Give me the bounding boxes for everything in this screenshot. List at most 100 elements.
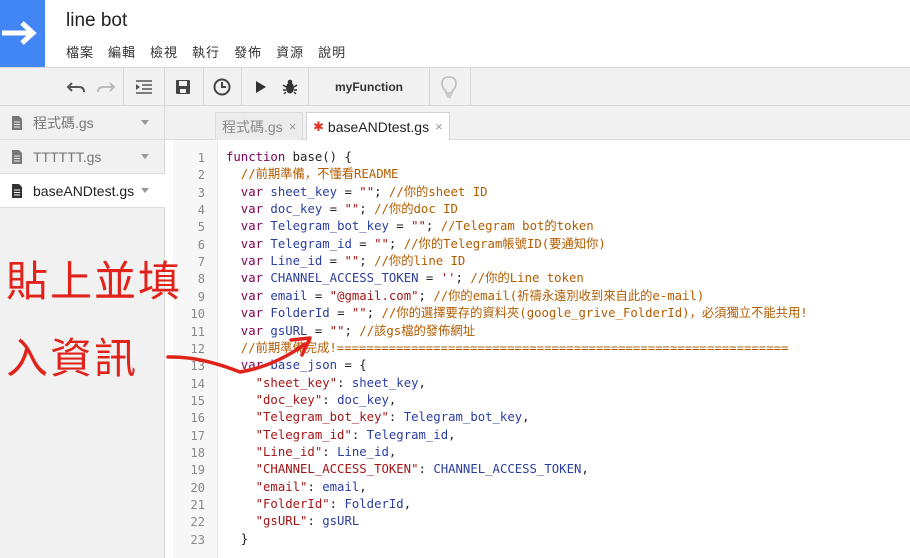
code-token: =	[351, 236, 375, 251]
line-number: 2	[197, 168, 205, 183]
code-line[interactable]: "FolderId": FolderId,	[226, 496, 412, 513]
line-number: 23	[190, 532, 205, 547]
file-item-code[interactable]: 程式碼.gs	[0, 106, 165, 140]
project-title[interactable]: line bot	[66, 10, 127, 32]
code-token: ,	[388, 444, 397, 459]
code-line[interactable]: "Telegram_bot_key": Telegram_bot_key,	[226, 409, 530, 426]
tab-bar: 程式碼.gs × ✱ baseANDtest.gs ×	[165, 106, 910, 141]
code-token: "email"	[226, 479, 308, 494]
code-token: //該gs檔的發佈網址	[359, 323, 475, 338]
line-number: 12	[190, 341, 205, 356]
line-number: 22	[190, 515, 205, 530]
line-number: 1	[197, 151, 205, 165]
file-item-tttttt[interactable]: TTTTTT.gs	[0, 140, 165, 174]
code-token: email	[322, 479, 360, 494]
code-line[interactable]: var Telegram_bot_key = ""; //Telegram bo…	[226, 218, 594, 235]
redo-icon[interactable]	[93, 74, 119, 100]
close-icon[interactable]: ×	[289, 119, 297, 134]
code-token: :	[388, 410, 404, 425]
code-token: =	[322, 202, 345, 217]
code-line[interactable]: "gsURL": gsURL	[226, 513, 360, 530]
code-line[interactable]: "email": email,	[226, 479, 367, 496]
code-line[interactable]: var Telegram_id = ""; //你的Telegram帳號ID(要…	[226, 236, 606, 253]
chevron-down-icon[interactable]	[141, 188, 149, 193]
code-token: var	[226, 271, 264, 286]
code-line[interactable]: var doc_key = ""; //你的doc ID	[226, 201, 458, 218]
menu-bar: 檔案 編輯 檢視 執行 發佈 資源 說明	[66, 42, 360, 61]
menu-view[interactable]: 檢視	[150, 42, 178, 61]
code-line[interactable]: "CHANNEL_ACCESS_TOKEN": CHANNEL_ACCESS_T…	[226, 461, 589, 478]
code-token: ""	[344, 254, 360, 269]
code-token: var	[226, 358, 264, 373]
function-select[interactable]: myFunction	[310, 68, 428, 105]
code-line[interactable]: var email = "@gmail.com"; //你的email(祈禱永遠…	[226, 288, 704, 305]
menu-edit[interactable]: 編輯	[108, 42, 136, 61]
code-line[interactable]: function base() {	[226, 149, 352, 166]
indent-icon[interactable]	[131, 74, 157, 100]
code-line[interactable]: }	[226, 531, 248, 548]
line-number: 9	[197, 289, 205, 304]
code-line[interactable]: //前期準備，不懂看README	[226, 166, 399, 183]
code-line[interactable]: "Telegram_id": Telegram_id,	[226, 427, 456, 444]
code-line[interactable]: "sheet_key": sheet_key,	[226, 375, 426, 392]
save-icon[interactable]	[170, 74, 196, 100]
code-token: :	[337, 375, 352, 390]
code-token: ;	[418, 288, 434, 303]
code-token: "Telegram_bot_key"	[226, 410, 389, 425]
code-token: :	[322, 392, 338, 407]
lightbulb-icon[interactable]	[436, 74, 462, 100]
run-icon[interactable]	[248, 74, 274, 100]
code-line[interactable]: var FolderId = ""; //你的選擇要存的資料夾(google_g…	[226, 305, 808, 322]
code-line[interactable]: var Line_id = ""; //你的line ID	[226, 253, 466, 270]
apps-script-logo[interactable]	[0, 0, 45, 67]
code-token: gsURL	[322, 514, 360, 529]
code-token: =	[337, 184, 360, 199]
code-token: :	[329, 497, 345, 511]
menu-file[interactable]: 檔案	[66, 42, 94, 61]
close-icon[interactable]: ×	[435, 119, 443, 134]
code-token: ;	[366, 306, 382, 321]
file-name: TTTTTT.gs	[33, 148, 102, 165]
line-number: 16	[190, 411, 205, 426]
code-token: var	[226, 254, 264, 269]
triggers-icon[interactable]	[209, 74, 235, 100]
menu-publish[interactable]: 發佈	[234, 42, 262, 61]
file-item-baseandtest[interactable]: baseANDtest.gs	[0, 174, 165, 208]
chevron-down-icon[interactable]	[141, 120, 149, 125]
code-token: FolderId	[344, 497, 404, 511]
code-line[interactable]: var CHANNEL_ACCESS_TOKEN = ''; //你的Line …	[226, 270, 584, 287]
line-number: 6	[197, 237, 205, 252]
line-number: 5	[197, 220, 205, 235]
code-editor[interactable]: function base() { //前期準備，不懂看README var s…	[218, 140, 910, 558]
debug-icon[interactable]	[277, 74, 303, 100]
menu-resources[interactable]: 資源	[276, 42, 304, 61]
code-token: "sheet_key"	[226, 375, 338, 390]
tab-code[interactable]: 程式碼.gs ×	[215, 112, 304, 140]
line-number: 18	[190, 445, 205, 460]
menu-help[interactable]: 說明	[318, 42, 346, 61]
code-line[interactable]: //前期準備完成!===============================…	[226, 340, 789, 357]
code-token: Line_id	[337, 444, 389, 459]
code-token: email	[263, 288, 308, 303]
code-token: :	[418, 462, 434, 477]
chevron-down-icon[interactable]	[141, 154, 149, 159]
code-token: "gsURL"	[226, 514, 308, 529]
code-token: //前期準備，不懂看README	[226, 167, 399, 182]
line-number: 4	[197, 203, 205, 218]
code-token: ,	[418, 375, 426, 390]
tab-baseandtest[interactable]: ✱ baseANDtest.gs ×	[306, 112, 450, 141]
code-line[interactable]: var sheet_key = ""; //你的sheet ID	[226, 184, 488, 201]
code-line[interactable]: var base_json = {	[226, 357, 367, 374]
code-line[interactable]: var gsURL = ""; //該gs檔的發佈網址	[226, 323, 475, 340]
code-token: ,	[581, 462, 589, 477]
line-number: 15	[190, 393, 205, 408]
line-number-gutter: 1 2 3 4 5 6 7 8 9 10 11 12 13 14 15 16 17 18 19 20 21 22 23	[173, 140, 218, 558]
code-line[interactable]: "Line_id": Line_id,	[226, 444, 397, 461]
code-token: ;	[388, 236, 404, 251]
code-line[interactable]: "doc_key": doc_key,	[226, 392, 397, 409]
code-token: :	[351, 427, 367, 442]
menu-run[interactable]: 執行	[192, 42, 220, 61]
code-token: var	[226, 202, 264, 217]
undo-icon[interactable]	[63, 74, 89, 100]
code-token: =	[322, 254, 345, 269]
